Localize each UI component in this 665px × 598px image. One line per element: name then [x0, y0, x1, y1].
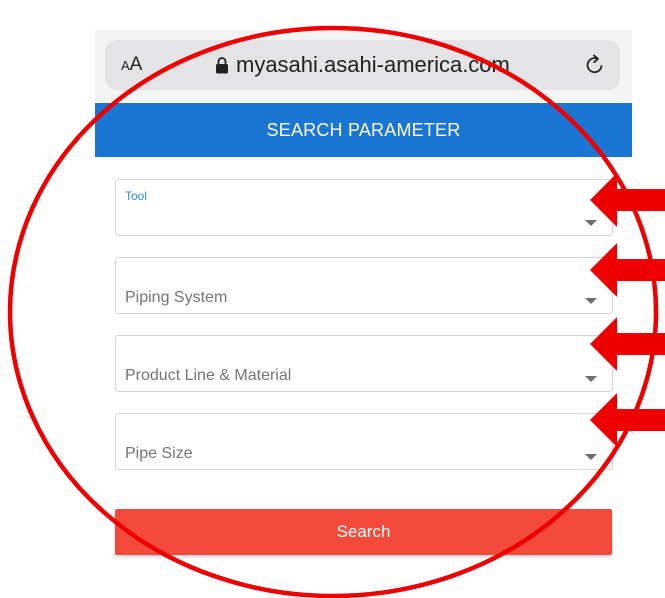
pipe-size-select[interactable]: Pipe Size — [115, 413, 613, 470]
dropdown-caret-icon — [585, 454, 597, 460]
tool-select-label: Tool — [125, 189, 148, 203]
dropdown-caret-icon — [585, 220, 597, 226]
tool-select[interactable]: Tool — [115, 179, 613, 236]
search-button[interactable]: Search — [115, 509, 612, 555]
url-text[interactable]: myasahi.asahi-america.com — [236, 50, 510, 80]
pipe-size-select-label: Pipe Size — [125, 445, 193, 462]
page-title: SEARCH PARAMETER — [266, 120, 461, 140]
product-line-material-select-label: Product Line & Material — [125, 367, 292, 384]
reload-icon[interactable] — [583, 53, 607, 77]
dropdown-caret-icon — [585, 376, 597, 382]
dropdown-caret-icon — [585, 298, 597, 304]
product-line-material-select[interactable]: Product Line & Material — [115, 335, 613, 392]
screenshot: AA myasahi.asahi-america.com SEARCH PARA… — [0, 0, 665, 598]
lock-icon — [216, 57, 228, 74]
text-size-large-glyph: A — [129, 54, 143, 75]
piping-system-select-label: Piping System — [125, 289, 228, 306]
text-size-small-glyph: A — [121, 58, 130, 73]
text-size-button[interactable]: AA — [121, 52, 142, 78]
piping-system-select[interactable]: Piping System — [115, 257, 613, 314]
